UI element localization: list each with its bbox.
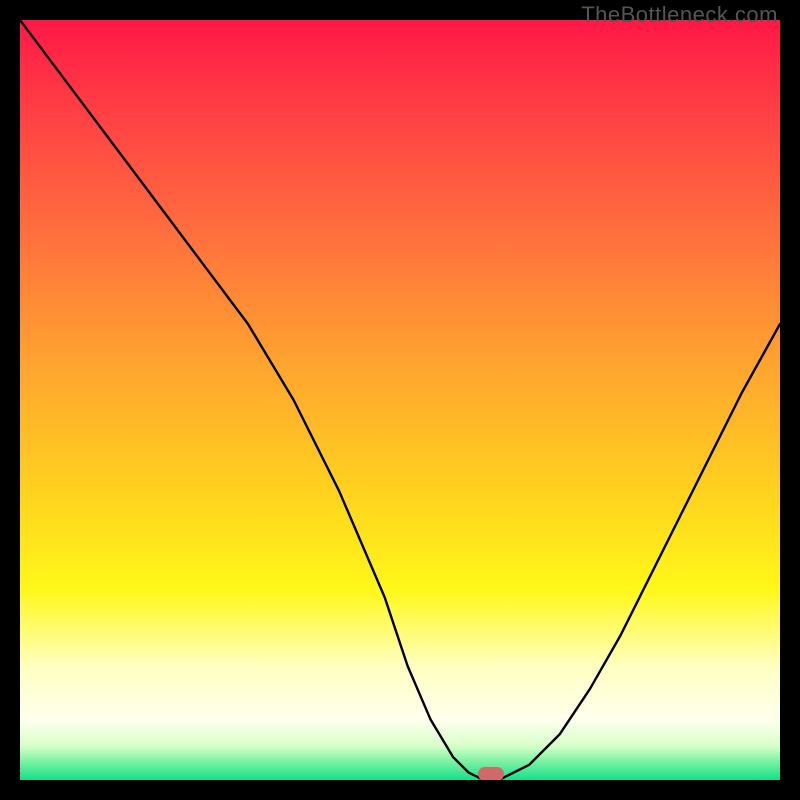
- optimal-marker: [478, 767, 504, 780]
- plot-area: [20, 20, 780, 780]
- chart-frame: TheBottleneck.com: [0, 0, 800, 800]
- watermark-text: TheBottleneck.com: [581, 2, 778, 28]
- bottleneck-curve: [20, 20, 780, 780]
